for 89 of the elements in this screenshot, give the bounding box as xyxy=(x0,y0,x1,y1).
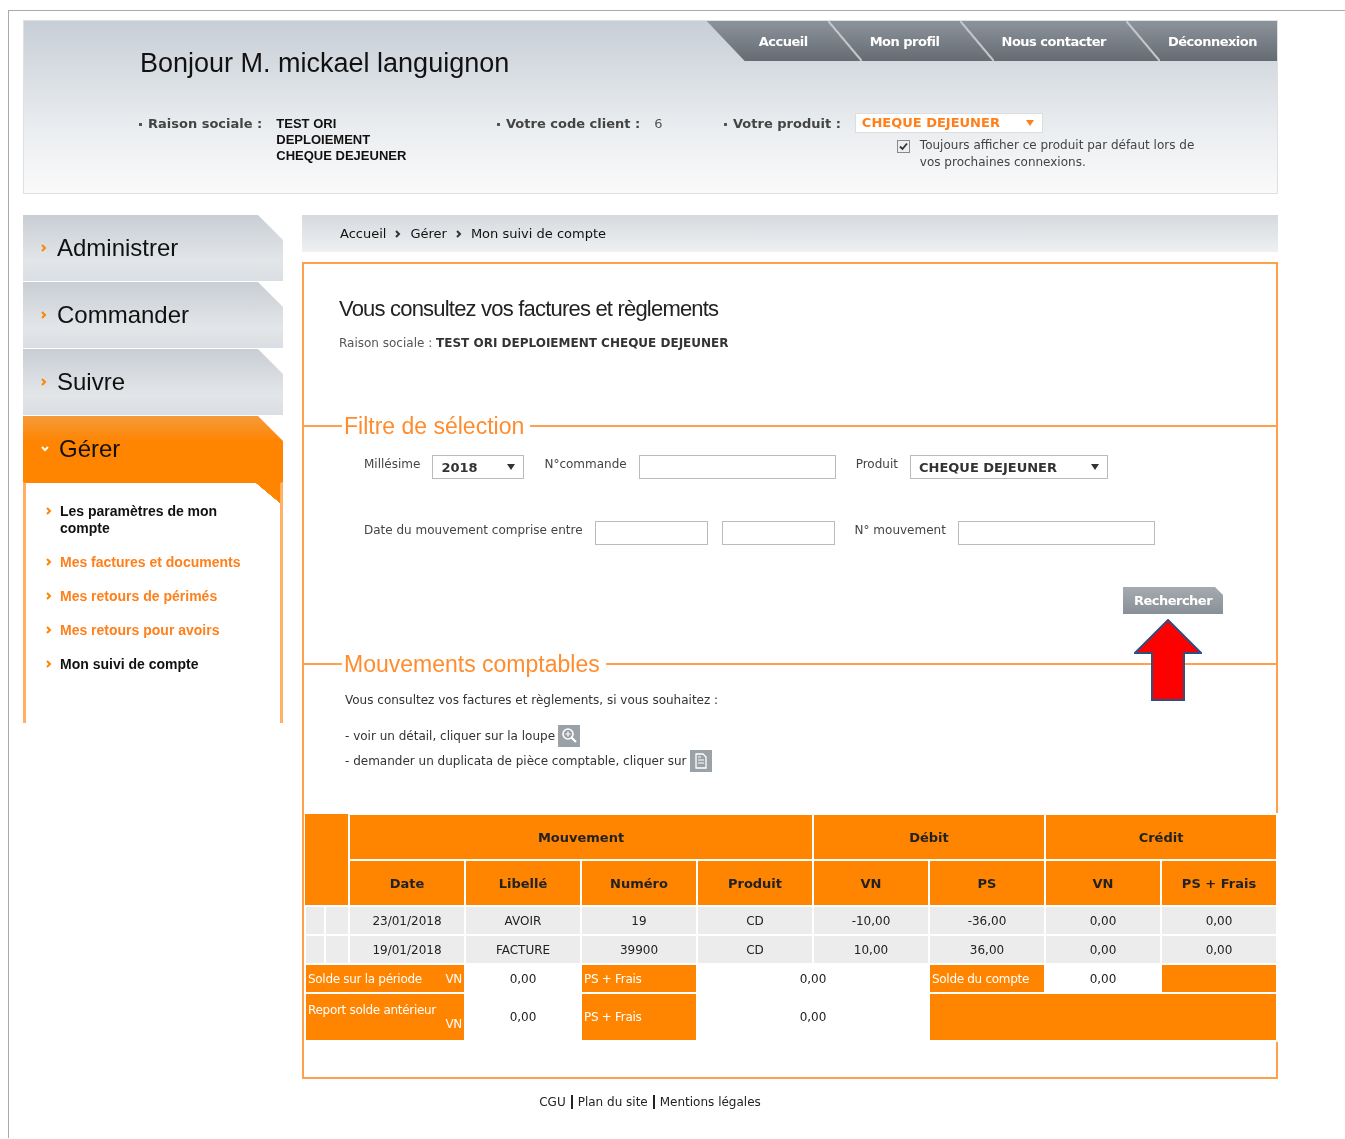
table-cell xyxy=(305,935,325,964)
footer-link[interactable]: CGU xyxy=(534,1095,571,1109)
intro-text: Vous consultez vos factures et règlements, si vous souhaitez : xyxy=(345,693,720,707)
submenu-link[interactable]: Les paramètres de mon compte xyxy=(60,503,260,537)
company-name: TEST ORI xyxy=(276,115,338,132)
chevron-down-icon xyxy=(41,446,49,452)
summary-label: Solde du compte xyxy=(929,964,1045,993)
chevron-icon xyxy=(395,229,402,238)
footer-link[interactable]: Plan du site xyxy=(570,1095,653,1109)
field-label: Date du mouvement comprise entre xyxy=(364,523,583,537)
chevron-icon xyxy=(46,660,52,668)
field-label: Votre produit : xyxy=(724,115,841,131)
company-name: CHEQUE DEJEUNER xyxy=(276,147,407,164)
table-cell xyxy=(305,906,325,935)
column-header: Date xyxy=(349,860,465,906)
group-header: Crédit xyxy=(1045,814,1277,860)
document-icon[interactable] xyxy=(689,750,712,772)
checkbox[interactable] xyxy=(896,139,910,153)
group-header: Mouvement xyxy=(349,814,813,860)
table-cell: 10,00 xyxy=(813,935,929,964)
column-header: PS + Frais xyxy=(1161,860,1277,906)
caret-icon xyxy=(507,464,516,470)
hint-text: - demander un duplicata de pièce comptable, cliquer sur xyxy=(345,754,687,768)
input-field[interactable] xyxy=(594,521,708,545)
search-icon[interactable] xyxy=(558,725,581,747)
sidebar-menu-item[interactable]: Administrer xyxy=(23,215,283,281)
table-cell: CD xyxy=(697,935,813,964)
field-label: Produit xyxy=(855,457,898,471)
input-field[interactable] xyxy=(957,521,1155,545)
table-cell: 23/01/2018 xyxy=(349,906,465,935)
chevron-icon xyxy=(46,592,52,600)
sidebar-menu-item[interactable]: Suivre xyxy=(23,349,283,415)
company-name: DEPLOIEMENT xyxy=(276,131,372,148)
sidebar-menu-item[interactable]: Commander xyxy=(23,282,283,348)
select-field[interactable]: CHEQUE DEJEUNER xyxy=(910,455,1108,479)
select-field[interactable]: 2018 xyxy=(432,455,525,479)
chevron-icon xyxy=(41,378,47,386)
column-header: VN xyxy=(1045,860,1161,906)
table-cell: 0,00 xyxy=(1045,906,1161,935)
summary-label: Report solde antérieur VN xyxy=(305,993,465,1041)
table-cell: 0,00 xyxy=(1045,935,1161,964)
caret-icon xyxy=(1091,464,1099,470)
table-cell: 39900 xyxy=(581,935,697,964)
table-cell: 19/01/2018 xyxy=(349,935,465,964)
field-label: Raison sociale : xyxy=(139,115,263,193)
table-cell: CD xyxy=(697,906,813,935)
chevron-icon xyxy=(46,558,52,566)
table-cell xyxy=(325,906,349,935)
column-header: Produit xyxy=(697,860,813,906)
table-cell: 36,00 xyxy=(929,935,1045,964)
company-line: Raison sociale : TEST ORI DEPLOIEMENT CHEQUE DEJEUNER xyxy=(339,336,730,350)
table-cell: -36,00 xyxy=(929,906,1045,935)
chevron-icon xyxy=(46,626,52,634)
breadcrumb-link[interactable]: Accueil xyxy=(340,226,387,241)
breadcrumb-link[interactable]: Gérer xyxy=(410,226,447,241)
column-header: VN xyxy=(813,860,929,906)
chevron-icon xyxy=(455,229,462,238)
client-code: 6 xyxy=(654,115,663,133)
page-title: Vous consultez vos factures et règlements xyxy=(339,296,720,322)
hint-text: - voir un détail, cliquer sur la loupe xyxy=(345,729,556,743)
chevron-icon xyxy=(46,507,52,515)
table-cell: 0,00 xyxy=(1161,935,1277,964)
footer-link[interactable]: Mentions légales xyxy=(652,1095,766,1109)
table-cell: 0,00 xyxy=(1161,906,1277,935)
sidebar-menu-item[interactable]: Gérer xyxy=(23,416,283,482)
table-cell: -10,00 xyxy=(813,906,929,935)
table-cell: 19 xyxy=(581,906,697,935)
summary-label: PS + Frais xyxy=(581,964,697,993)
field-label: N°commande xyxy=(544,457,627,471)
submenu-link[interactable]: Mon suivi de compte xyxy=(60,656,260,673)
breadcrumb-link[interactable]: Mon suivi de compte xyxy=(470,226,606,241)
greeting: Bonjour M. mickael languignon xyxy=(139,47,511,80)
chevron-icon xyxy=(41,311,47,319)
column-header: Numéro xyxy=(581,860,697,906)
group-header: Débit xyxy=(813,814,1045,860)
table-cell: AVOIR xyxy=(465,906,581,935)
caret-icon xyxy=(1025,119,1034,126)
checkbox-label: Toujours afficher ce produit par défaut lors de vos prochaines connexions. xyxy=(919,136,1196,171)
field-label: Votre code client : xyxy=(497,115,641,193)
table-cell: FACTURE xyxy=(465,935,581,964)
input-field[interactable] xyxy=(638,455,836,479)
field-label: Millésime xyxy=(364,457,421,471)
summary-label: PS + Frais xyxy=(581,993,697,1041)
column-header: PS xyxy=(929,860,1045,906)
input-field[interactable] xyxy=(721,521,835,545)
column-header: Libellé xyxy=(465,860,581,906)
field-label: N° mouvement xyxy=(854,523,946,537)
chevron-icon xyxy=(41,244,47,252)
summary-label: Solde sur la période VN xyxy=(305,964,465,993)
